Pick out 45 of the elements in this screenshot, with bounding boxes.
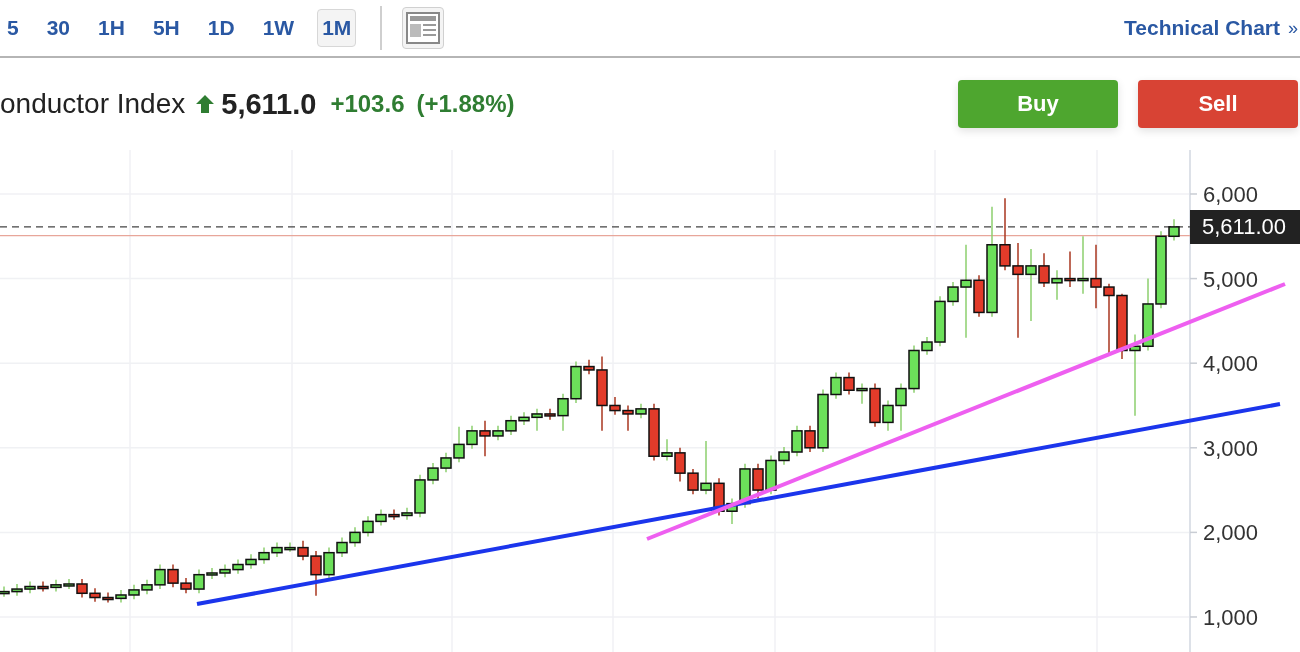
- candlestick: [1116, 293, 1128, 360]
- candlestick: [89, 587, 101, 603]
- candlestick: [219, 563, 231, 578]
- axis-tick-label: 1,000: [1203, 605, 1259, 630]
- candlestick: [713, 477, 725, 517]
- interval-tab[interactable]: 1H: [93, 9, 130, 47]
- interval-tab[interactable]: 5H: [147, 9, 185, 47]
- technical-chart-link[interactable]: Technical Chart: [1124, 16, 1280, 40]
- candlestick: [245, 553, 257, 570]
- interval-tab[interactable]: 30: [41, 9, 76, 47]
- candlestick: [37, 580, 49, 593]
- axis-tick-label: 4,000: [1203, 351, 1259, 377]
- layout-icon[interactable]: [402, 7, 445, 49]
- candlestick: [1090, 244, 1102, 309]
- candlestick: [24, 580, 36, 595]
- candlestick: [232, 558, 244, 575]
- candlestick: [0, 585, 10, 598]
- candlestick: [349, 526, 361, 548]
- last-price-label: 5,611.00: [1190, 209, 1300, 244]
- sell-button[interactable]: Sell: [1138, 80, 1298, 128]
- percent-change: (+1.88%): [416, 90, 515, 118]
- candlestick: [50, 579, 62, 593]
- candlestick: [843, 371, 855, 396]
- axis-tick-label: 5,000: [1203, 266, 1259, 292]
- interval-tab[interactable]: 5: [2, 9, 24, 47]
- chevron-icon: »: [1288, 17, 1300, 39]
- axis-tick-label: 2,000: [1203, 520, 1259, 546]
- interval-tab[interactable]: 1M: [317, 9, 357, 47]
- candlestick: [1051, 269, 1063, 301]
- candlestick: [752, 463, 764, 500]
- interval-tab[interactable]: 1W: [257, 9, 300, 47]
- candlestick: [11, 583, 23, 597]
- candlestick: [128, 584, 140, 600]
- candlestick: [271, 541, 283, 558]
- candlestick: [115, 589, 127, 604]
- candlestick: [362, 515, 374, 538]
- last-price: 5,611.0: [221, 87, 317, 121]
- up-arrow-icon: [195, 94, 216, 114]
- interval-tab[interactable]: 1D: [202, 9, 240, 47]
- axis-tick-label: 3,000: [1203, 435, 1259, 461]
- index-name: onductor Index: [0, 88, 186, 120]
- candlestick: [258, 546, 270, 565]
- price-change: +103.6: [330, 90, 405, 118]
- axis-tick-label: 6,000: [1203, 182, 1259, 207]
- candlestick: [102, 591, 114, 604]
